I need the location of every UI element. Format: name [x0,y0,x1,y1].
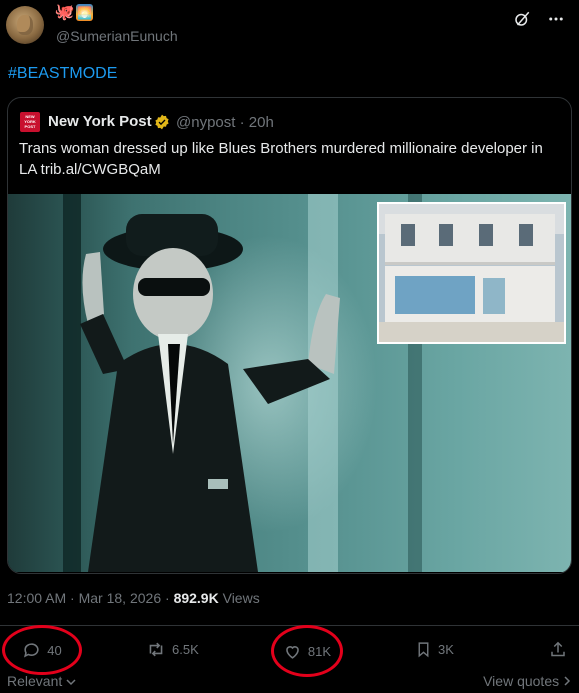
octopus-emoji-icon: 🐙 [54,3,75,21]
quoted-author-name[interactable]: New York Post [48,113,152,130]
share-icon [551,641,565,657]
quoted-text: Trans woman dressed up like Blues Brothe… [19,140,543,178]
author-handle[interactable]: @SumerianEunuch [56,28,178,44]
chevron-down-icon [66,679,76,686]
display-name-emoji[interactable]: 🐙 🌅 [54,3,93,21]
reply-icon [24,642,39,658]
reply-sort-label: Relevant [7,673,63,689]
view-quotes-link[interactable]: View quotes [483,673,571,689]
post-date[interactable]: Mar 18, 2026 [79,590,162,606]
reply-count: 40 [47,642,62,658]
views-count: 892.9K [173,590,219,606]
inset-house-photo[interactable] [377,202,566,344]
divider [0,625,579,626]
repost-count: 6.5K [172,642,199,657]
author-avatar[interactable] [6,6,44,44]
sunrise-emoji-icon: 🌅 [76,4,93,21]
like-button[interactable]: 81K [271,625,343,677]
quoted-age[interactable]: 20h [249,114,274,131]
heart-icon [286,645,299,659]
post-top-actions [513,10,565,28]
like-count: 81K [307,643,332,659]
hashtag-link[interactable]: #BEASTMODE [8,65,117,83]
meta-separator: · [239,114,245,131]
meta-separator: · [70,590,75,606]
bookmark-button[interactable]: 3K [415,640,454,659]
verified-gold-badge-icon [155,114,169,130]
bookmark-icon [418,642,429,658]
post-time[interactable]: 12:00 AM [7,590,66,606]
nypost-logo[interactable]: NEW YORK POST [20,112,40,132]
share-button[interactable] [549,640,567,659]
quoted-post[interactable]: NEW YORK POST New York Post @nypost · 20… [7,97,572,574]
repost-button[interactable]: 6.5K [146,640,199,659]
reply-sort-selector[interactable]: Relevant [7,673,76,689]
quoted-meta: @nypost · 20h [176,114,274,131]
chevron-right-icon [564,676,571,686]
post-timestamp: 12:00 AM · Mar 18, 2026 · 892.9K Views [7,590,260,606]
views-label: Views [222,590,260,606]
more-options-icon[interactable] [547,10,565,28]
meta-separator: · [165,590,170,606]
bookmark-count: 3K [438,642,454,657]
view-quotes-label: View quotes [483,673,560,689]
quoted-handle[interactable]: @nypost [176,114,235,131]
grok-icon[interactable] [513,10,531,28]
reply-button[interactable]: 40 [2,625,82,675]
repost-icon [149,642,163,657]
